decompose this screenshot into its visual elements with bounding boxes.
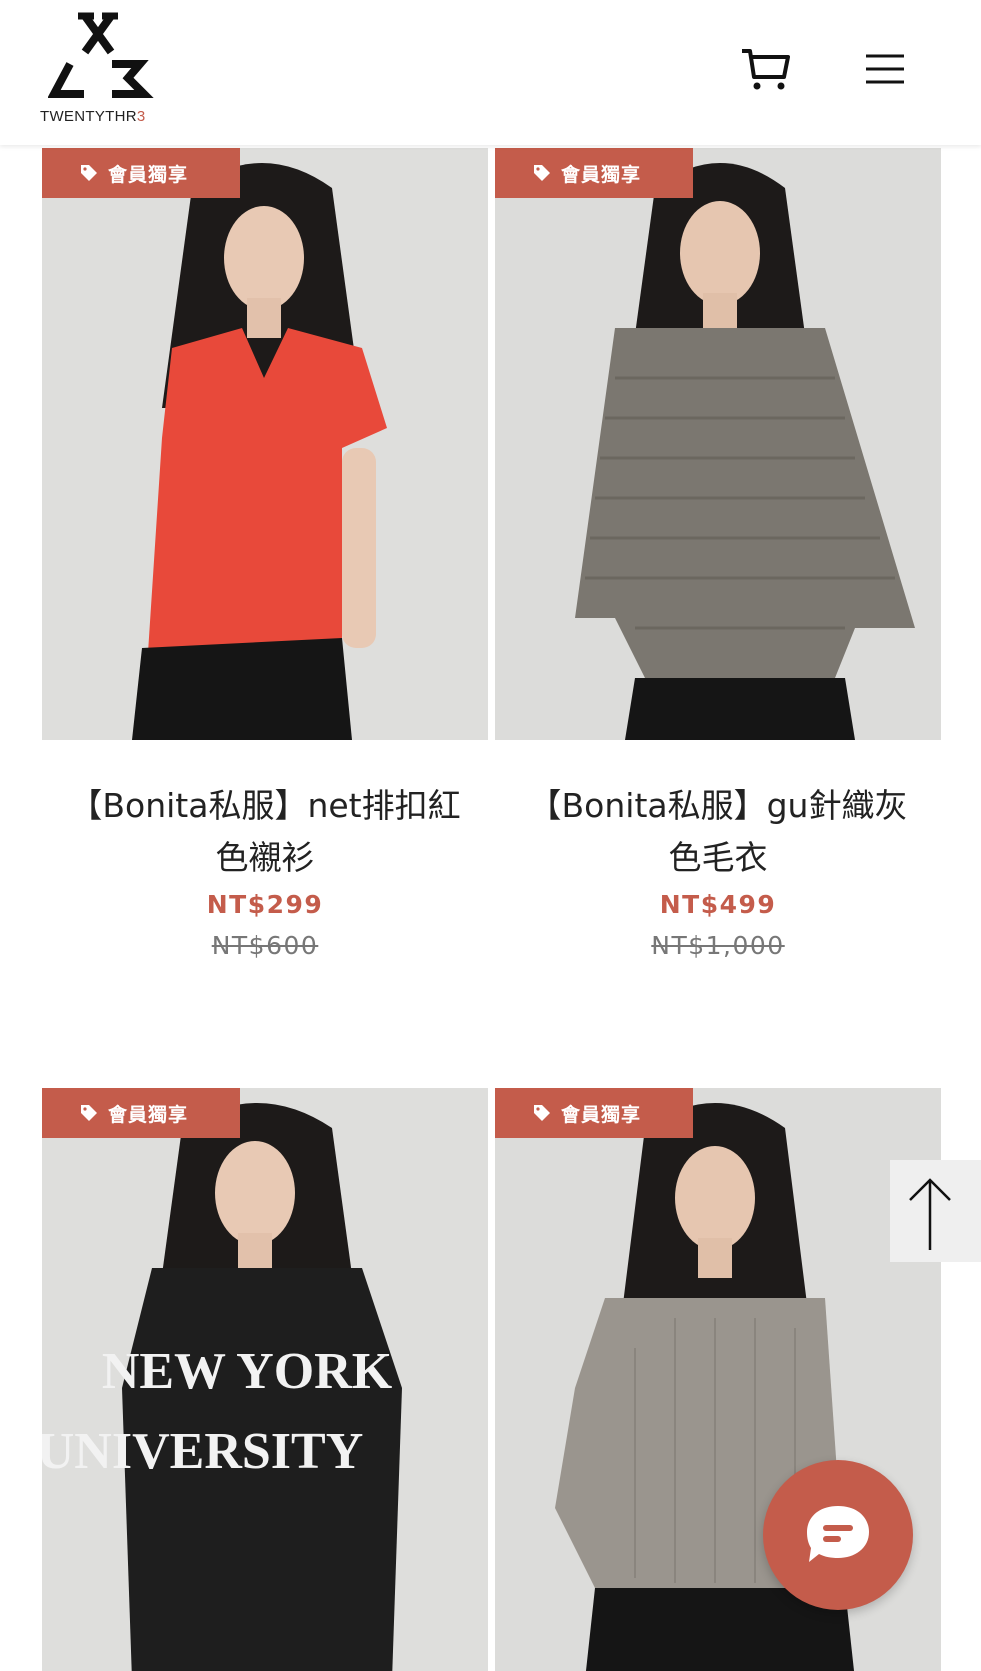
badge-label: 會員獨享 bbox=[108, 163, 189, 186]
arrow-up-icon bbox=[909, 1178, 951, 1250]
print-line-2: UNIVERSITY bbox=[42, 1423, 363, 1480]
original-price: NT$600 bbox=[211, 931, 319, 960]
brand-wordmark: TWENTYTHR3 bbox=[40, 108, 146, 125]
product-image[interactable]: NEW YORK UNIVERSITY 會員獨享 bbox=[42, 1088, 488, 1671]
member-exclusive-badge: 會員獨享 bbox=[495, 148, 693, 198]
tag-icon bbox=[81, 165, 97, 181]
product-name[interactable]: 【Bonita私服】gu針織灰色毛衣 bbox=[495, 780, 941, 884]
logo-mark-icon bbox=[48, 12, 154, 98]
badge-label: 會員獨享 bbox=[561, 1103, 642, 1126]
tag-icon bbox=[534, 1105, 550, 1121]
cart-button[interactable] bbox=[740, 45, 792, 93]
hamburger-menu-icon bbox=[866, 54, 904, 84]
product-image[interactable]: 會員獨享 bbox=[495, 148, 941, 740]
menu-button[interactable] bbox=[862, 48, 908, 90]
tag-icon bbox=[534, 165, 550, 181]
tag-icon bbox=[81, 1105, 97, 1121]
product-photo: NEW YORK UNIVERSITY bbox=[42, 1088, 488, 1671]
product-info: 【Bonita私服】gu針織灰色毛衣 NT$499 NT$1,000 bbox=[495, 740, 941, 960]
site-header: TWENTYTHR3 bbox=[0, 0, 981, 145]
original-price: NT$1,000 bbox=[651, 931, 785, 960]
product-image[interactable]: 會員獨享 bbox=[42, 148, 488, 740]
scroll-to-top-button[interactable] bbox=[890, 1160, 981, 1262]
badge-label: 會員獨享 bbox=[561, 163, 642, 186]
product-card[interactable]: 會員獨享 【Bonita私服】gu針織灰色毛衣 NT$499 NT$1,000 bbox=[495, 148, 941, 960]
chat-bubble-icon bbox=[807, 1506, 869, 1562]
product-card[interactable]: 會員獨享 【Bonita私服】net排扣紅色襯衫 NT$299 NT$600 bbox=[42, 148, 488, 960]
member-exclusive-badge: 會員獨享 bbox=[42, 148, 240, 198]
chat-button[interactable] bbox=[763, 1460, 913, 1610]
product-name[interactable]: 【Bonita私服】net排扣紅色襯衫 bbox=[42, 780, 488, 884]
member-exclusive-badge: 會員獨享 bbox=[495, 1088, 693, 1138]
badge-label: 會員獨享 bbox=[108, 1103, 189, 1126]
print-line-1: NEW YORK bbox=[102, 1343, 393, 1400]
product-card[interactable]: NEW YORK UNIVERSITY 會員獨享 bbox=[42, 1088, 488, 1671]
member-exclusive-badge: 會員獨享 bbox=[42, 1088, 240, 1138]
product-info: 【Bonita私服】net排扣紅色襯衫 NT$299 NT$600 bbox=[42, 740, 488, 960]
product-photo bbox=[495, 148, 941, 740]
brand-logo[interactable]: TWENTYTHR3 bbox=[40, 12, 170, 130]
sale-price: NT$499 bbox=[659, 890, 777, 919]
sale-price: NT$299 bbox=[206, 890, 324, 919]
product-photo bbox=[42, 148, 488, 740]
cart-icon bbox=[742, 49, 790, 90]
